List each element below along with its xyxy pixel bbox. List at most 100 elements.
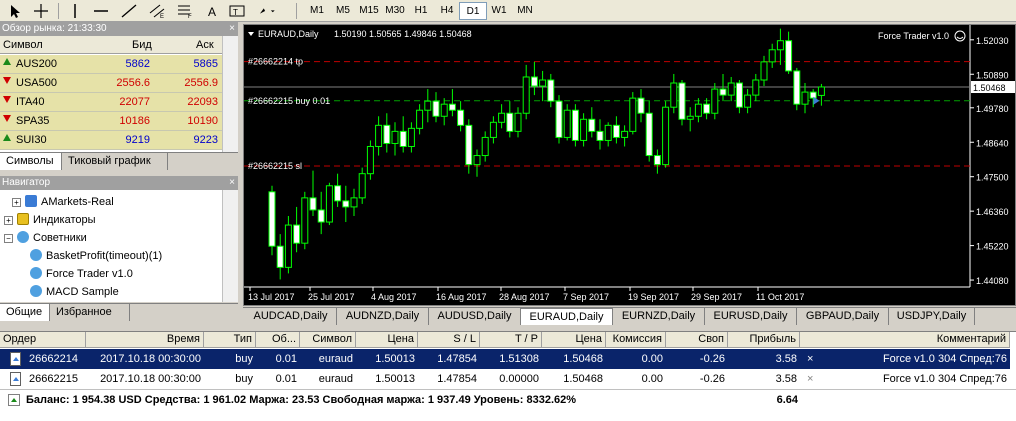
column-header[interactable]: Комментарий [800, 332, 1010, 348]
market-watch-close-icon[interactable]: × [229, 22, 235, 36]
column-header[interactable]: Тип [204, 332, 256, 348]
chart-tab-eurusd[interactable]: EURUSD,Daily [705, 308, 797, 325]
column-header[interactable]: S / L [418, 332, 480, 348]
text-label-icon[interactable]: T [228, 3, 246, 19]
navigator-panel: + AMarkets-Real + Индикаторы − Советники Ba… [0, 190, 238, 302]
candle-body [358, 173, 366, 199]
candle-body [801, 91, 809, 105]
nav-experts[interactable]: − Советники [4, 229, 87, 247]
market-watch-row[interactable]: USA500 2556.6 2556.9 [0, 74, 222, 93]
collapse-icon[interactable]: − [4, 234, 13, 243]
expand-icon[interactable]: + [12, 198, 21, 207]
chart-canvas[interactable]: 1.52030 1.50890 1.49780 1.48640 1.47500 1.463… [244, 25, 1015, 305]
market-watch-row[interactable]: AUS200 5862 5865 [0, 55, 222, 74]
order-swap: -0.26 [699, 373, 725, 385]
candle-body [350, 197, 358, 208]
column-header[interactable]: Время [86, 332, 204, 348]
market-watch-row[interactable]: SPA35 10186 10190 [0, 112, 222, 131]
equidistant-channel-icon[interactable]: E [148, 3, 166, 19]
order-row[interactable]: 26662214 2017.10.18 00:30:00 buy 0.01 euraud… [0, 349, 1010, 369]
nav-expert-basketprofit[interactable]: BasketProfit(timeout)(1) [30, 247, 162, 265]
candle-body [571, 109, 579, 141]
market-watch-title: Обзор рынка: 21:33:30 × [0, 22, 238, 36]
chart-tab-gbpaud[interactable]: GBPAUD,Daily [797, 308, 889, 325]
column-header[interactable]: Ордер [0, 332, 86, 348]
chart-tab-audnzd[interactable]: AUDNZD,Daily [337, 308, 429, 325]
horizontal-line-icon[interactable] [92, 3, 110, 19]
market-watch-row[interactable]: ITA40 22077 22093 [0, 93, 222, 112]
col-ask[interactable]: Аск [196, 39, 214, 51]
column-header[interactable]: Комиссия [606, 332, 666, 348]
svg-text:F: F [188, 14, 192, 19]
nav-expert-force-trader[interactable]: Force Trader v1.0 [30, 265, 133, 283]
vertical-line-icon[interactable] [66, 3, 84, 19]
chart-tab-euraud[interactable]: EURAUD,Daily [521, 308, 613, 325]
chart-tabs: AUDCAD,Daily AUDNZD,Daily AUDUSD,Daily EURA… [243, 307, 1016, 325]
trendline-icon[interactable] [120, 3, 138, 19]
col-symbol[interactable]: Символ [3, 39, 43, 51]
timeframe-m15[interactable]: M15 [355, 2, 383, 20]
text-icon[interactable]: A [204, 3, 222, 19]
nav-expert-macd[interactable]: MACD Sample [30, 283, 119, 301]
svg-text:E: E [160, 14, 164, 19]
time-tick-label: 16 Aug 2017 [436, 292, 487, 302]
expand-icon[interactable]: + [4, 216, 13, 225]
chart-tab-audcad[interactable]: AUDCAD,Daily [245, 308, 337, 325]
order-sl: 1.47854 [437, 353, 477, 365]
tab-common[interactable]: Общие [0, 304, 50, 321]
order-document-icon [10, 352, 21, 366]
candle-body [727, 82, 735, 96]
tab-tick-chart[interactable]: Тиковый график [62, 153, 168, 170]
column-header[interactable]: T / P [480, 332, 542, 348]
navigator-scrollbar[interactable] [222, 190, 238, 302]
column-header[interactable]: Цена [356, 332, 418, 348]
candle-body [653, 155, 661, 166]
timeframe-m30[interactable]: M30 [381, 2, 409, 20]
terminal-panel: Ордер Время Тип Об... Символ Цена S / LT / P Це… [0, 331, 1016, 421]
time-tick-label: 4 Aug 2017 [371, 292, 417, 302]
candle-body [752, 79, 760, 96]
crosshair-icon[interactable] [32, 3, 50, 19]
chart-tab-audusd[interactable]: AUDUSD,Daily [429, 308, 521, 325]
arrows-dropdown-icon[interactable] [258, 3, 276, 19]
column-header[interactable]: Символ [300, 332, 356, 348]
time-tick-label: 13 Jul 2017 [248, 292, 295, 302]
timeframe-h1[interactable]: H1 [407, 2, 435, 20]
order-type: buy [235, 373, 253, 385]
close-order-icon[interactable]: × [804, 369, 818, 389]
timeframe-m1[interactable]: M1 [303, 2, 331, 20]
candle-body [694, 103, 702, 117]
timeframe-w1[interactable]: W1 [485, 2, 513, 20]
order-row[interactable]: 26662215 2017.10.18 00:30:00 buy 0.01 euraud… [0, 369, 1010, 389]
chart-tab-usdjpy[interactable]: USDJPY,Daily [889, 308, 975, 325]
cursor-icon[interactable] [6, 3, 24, 19]
column-header[interactable]: Своп [666, 332, 728, 348]
summary-expand-icon[interactable] [8, 394, 20, 406]
timeframe-mn[interactable]: MN [511, 2, 539, 20]
price-chart[interactable]: 1.52030 1.50890 1.49780 1.48640 1.47500 1.463… [243, 24, 1016, 306]
tab-favorites[interactable]: Избранное [50, 304, 130, 321]
timeframe-h4[interactable]: H4 [433, 2, 461, 20]
candle-body [317, 209, 325, 223]
market-watch-ask: 5865 [193, 58, 218, 70]
candle-body [776, 40, 784, 51]
close-order-icon[interactable]: × [804, 349, 818, 369]
navigator-close-icon[interactable]: × [229, 176, 235, 190]
order-cur: 1.50468 [563, 353, 603, 365]
candle-body [506, 112, 514, 132]
timeframe-m5[interactable]: M5 [329, 2, 357, 20]
column-header[interactable]: Цена [542, 332, 606, 348]
market-watch-row[interactable]: SUI30 9219 9223 [0, 131, 222, 150]
price-tick-label: 1.49780 [976, 104, 1009, 114]
market-watch-scrollbar[interactable] [222, 36, 238, 152]
col-bid[interactable]: Бид [132, 39, 152, 51]
nav-account[interactable]: + AMarkets-Real [12, 193, 114, 211]
column-header[interactable]: Прибыль [728, 332, 800, 348]
nav-indicators[interactable]: + Индикаторы [4, 211, 96, 229]
timeframe-d1[interactable]: D1 [459, 2, 487, 20]
tab-symbols[interactable]: Символы [0, 153, 62, 170]
column-header[interactable]: Об... [256, 332, 300, 348]
fibonacci-icon[interactable]: F [176, 3, 194, 19]
candle-body [465, 124, 473, 166]
chart-tab-eurnzd[interactable]: EURNZD,Daily [613, 308, 705, 325]
